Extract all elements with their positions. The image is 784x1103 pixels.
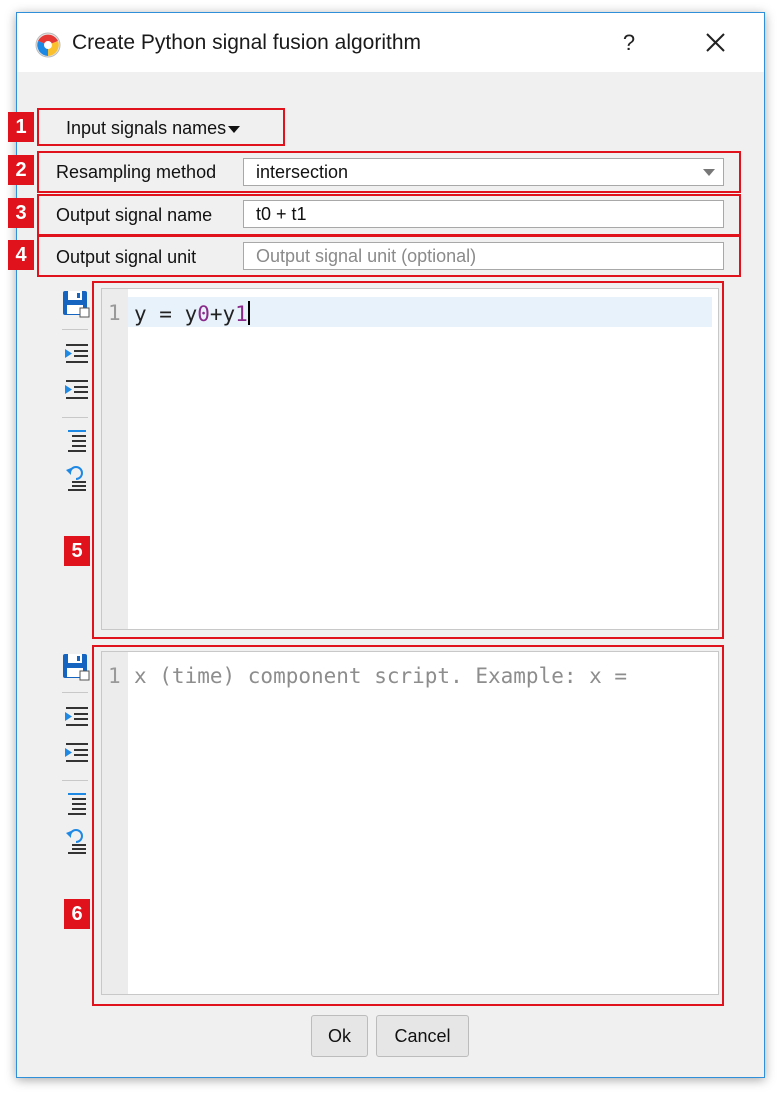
- toolbar-separator: [62, 329, 88, 330]
- annotation-badge-5: 5: [64, 536, 90, 566]
- output-signal-name-label: Output signal name: [56, 205, 213, 225]
- output-signal-unit-input[interactable]: Output signal unit (optional): [243, 242, 724, 270]
- format-lines-icon[interactable]: [62, 790, 90, 818]
- annotation-badge-6: 6: [64, 899, 90, 929]
- indent-right-icon[interactable]: [62, 739, 90, 767]
- ok-button[interactable]: Ok: [311, 1015, 368, 1057]
- resampling-method-select[interactable]: intersection: [243, 158, 724, 186]
- close-icon[interactable]: [697, 27, 733, 59]
- toolbar-separator: [62, 692, 88, 693]
- output-signal-name-input[interactable]: t0 + t1: [243, 200, 724, 228]
- indent-right-icon[interactable]: [62, 376, 90, 404]
- undo-format-icon[interactable]: [62, 827, 90, 855]
- indent-left-icon[interactable]: [62, 340, 90, 368]
- y-script-code: y = y0+y1: [134, 301, 250, 326]
- format-lines-icon[interactable]: [62, 427, 90, 455]
- undo-format-icon[interactable]: [62, 464, 90, 492]
- x-script-placeholder: x (time) component script. Example: x =: [134, 664, 628, 688]
- dropdown-arrow-icon: [228, 125, 241, 133]
- line-number-gutter: [102, 652, 128, 994]
- indent-left-icon[interactable]: [62, 703, 90, 731]
- code-number: 0: [197, 302, 210, 326]
- cancel-button[interactable]: Cancel: [376, 1015, 469, 1057]
- line-number: 1: [108, 301, 121, 325]
- input-signals-label: Input signals names: [66, 118, 227, 138]
- line-number-gutter: [102, 289, 128, 629]
- annotation-badge-2: 2: [8, 155, 34, 185]
- text-caret: [247, 301, 250, 325]
- resampling-method-value: intersection: [256, 162, 349, 182]
- output-signal-unit-label: Output signal unit: [56, 247, 197, 267]
- y-script-editor[interactable]: 1 y = y0+y1: [101, 288, 719, 630]
- toolbar-separator: [62, 417, 88, 418]
- code-number: 1: [235, 302, 248, 326]
- annotation-badge-3: 3: [8, 198, 34, 228]
- app-logo-icon: [35, 32, 61, 58]
- annotation-badge-1: 1: [8, 112, 34, 142]
- chevron-down-icon: [703, 169, 715, 176]
- help-button[interactable]: ?: [615, 29, 643, 57]
- code-text: y = y: [134, 302, 198, 326]
- x-script-editor[interactable]: 1 x (time) component script. Example: x …: [101, 651, 719, 995]
- save-icon[interactable]: [62, 653, 90, 681]
- window-title: Create Python signal fusion algorithm: [72, 31, 422, 54]
- code-text: +y: [209, 302, 236, 326]
- input-signals-menu-button[interactable]: Input signals names: [66, 118, 241, 139]
- annotation-badge-4: 4: [8, 240, 34, 270]
- title-bar: Create Python signal fusion algorithm ?: [17, 13, 764, 72]
- save-icon[interactable]: [62, 290, 90, 318]
- line-number: 1: [108, 664, 121, 688]
- resampling-method-label: Resampling method: [56, 162, 217, 182]
- toolbar-separator: [62, 780, 88, 781]
